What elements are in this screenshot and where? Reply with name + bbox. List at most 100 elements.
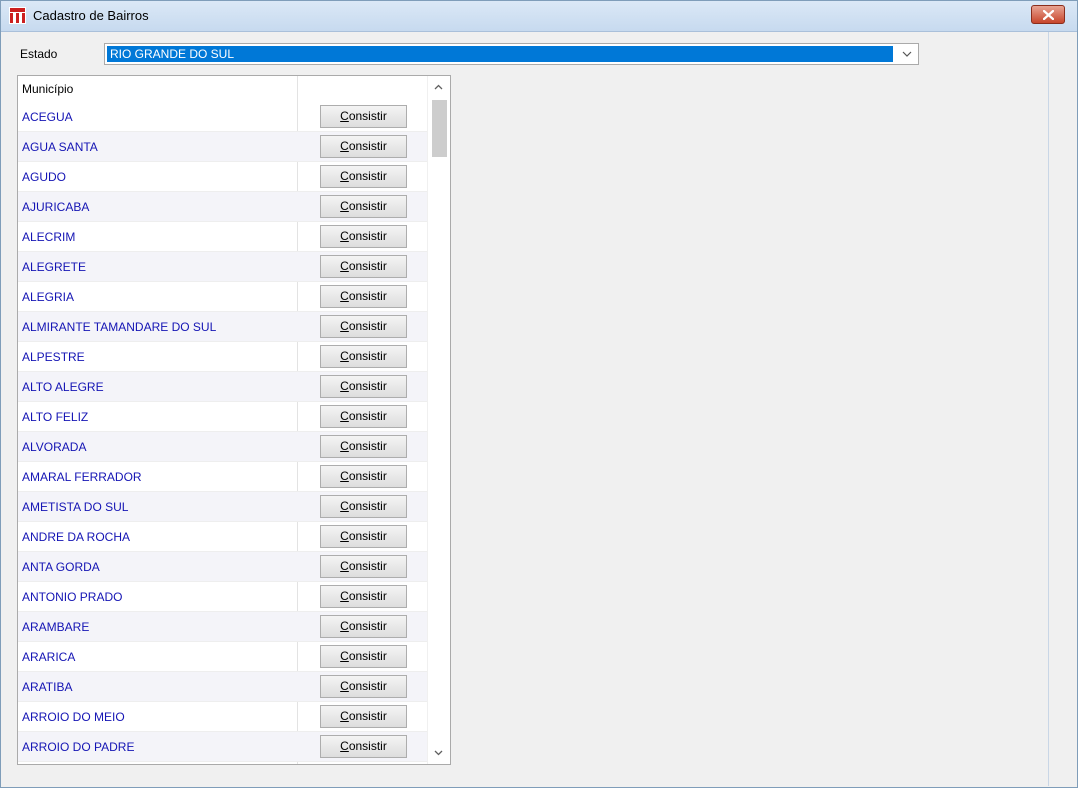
- table-row[interactable]: ARARICA Consistir: [18, 642, 428, 672]
- window-title: Cadastro de Bairros: [33, 8, 149, 23]
- table-row[interactable]: ARATIBA Consistir: [18, 672, 428, 702]
- consistir-button[interactable]: Consistir: [320, 405, 407, 428]
- consistir-accelerator: C: [340, 229, 349, 243]
- grid-rows: ACEGUA Consistir AGUA SANTA Consistir AGUDO C…: [18, 102, 428, 762]
- consistir-accelerator: C: [340, 349, 349, 363]
- municipio-name: ANTONIO PRADO: [22, 590, 123, 604]
- municipio-name: AGUDO: [22, 170, 67, 184]
- consistir-label: onsistir: [348, 319, 387, 333]
- consistir-button[interactable]: Consistir: [320, 255, 407, 278]
- table-row[interactable]: ALEGRETE Consistir: [18, 252, 428, 282]
- form-client-area: Estado RIO GRANDE DO SUL Município ACEGU…: [2, 32, 1049, 786]
- table-row[interactable]: ALEGRIA Consistir: [18, 282, 428, 312]
- chevron-down-icon[interactable]: [902, 51, 912, 57]
- consistir-button[interactable]: Consistir: [320, 495, 407, 518]
- consistir-label: onsistir: [348, 379, 387, 393]
- consistir-button[interactable]: Consistir: [320, 225, 407, 248]
- municipio-name: ACEGUA: [22, 110, 73, 124]
- consistir-accelerator: C: [340, 739, 349, 753]
- consistir-accelerator: C: [340, 289, 349, 303]
- table-row[interactable]: ALECRIM Consistir: [18, 222, 428, 252]
- consistir-button[interactable]: Consistir: [320, 735, 407, 758]
- consistir-label: onsistir: [348, 169, 387, 183]
- consistir-label: onsistir: [348, 739, 387, 753]
- consistir-label: onsistir: [348, 649, 387, 663]
- table-row[interactable]: ALTO ALEGRE Consistir: [18, 372, 428, 402]
- table-row[interactable]: ANDRE DA ROCHA Consistir: [18, 522, 428, 552]
- consistir-accelerator: C: [340, 559, 349, 573]
- consistir-button[interactable]: Consistir: [320, 465, 407, 488]
- consistir-button[interactable]: Consistir: [320, 435, 407, 458]
- table-row[interactable]: AGUDO Consistir: [18, 162, 428, 192]
- consistir-accelerator: C: [340, 379, 349, 393]
- municipio-name: AMETISTA DO SUL: [22, 500, 129, 514]
- close-button[interactable]: [1031, 5, 1065, 24]
- main-window: Cadastro de Bairros Estado RIO GRANDE DO…: [0, 0, 1078, 788]
- consistir-label: onsistir: [348, 529, 387, 543]
- scroll-up-icon[interactable]: [434, 84, 443, 90]
- table-row[interactable]: ARAMBARE Consistir: [18, 612, 428, 642]
- consistir-button[interactable]: Consistir: [320, 285, 407, 308]
- table-row[interactable]: ANTONIO PRADO Consistir: [18, 582, 428, 612]
- consistir-button[interactable]: Consistir: [320, 705, 407, 728]
- table-row[interactable]: ALTO FELIZ Consistir: [18, 402, 428, 432]
- consistir-accelerator: C: [340, 319, 349, 333]
- consistir-button[interactable]: Consistir: [320, 345, 407, 368]
- consistir-button[interactable]: Consistir: [320, 315, 407, 338]
- table-row[interactable]: AMETISTA DO SUL Consistir: [18, 492, 428, 522]
- consistir-label: onsistir: [348, 679, 387, 693]
- table-row[interactable]: AJURICABA Consistir: [18, 192, 428, 222]
- table-row[interactable]: ARROIO DO PADRE Consistir: [18, 732, 428, 762]
- municipio-name: ANTA GORDA: [22, 560, 100, 574]
- scroll-down-icon[interactable]: [434, 750, 443, 756]
- table-row[interactable]: ALPESTRE Consistir: [18, 342, 428, 372]
- table-row[interactable]: AMARAL FERRADOR Consistir: [18, 462, 428, 492]
- consistir-button[interactable]: Consistir: [320, 585, 407, 608]
- scroll-thumb[interactable]: [432, 100, 447, 157]
- municipio-name: ALTO FELIZ: [22, 410, 89, 424]
- consistir-button[interactable]: Consistir: [320, 645, 407, 668]
- table-row[interactable]: ALMIRANTE TAMANDARE DO SUL Consistir: [18, 312, 428, 342]
- municipio-name: ALEGRIA: [22, 290, 75, 304]
- municipio-name: ARARICA: [22, 650, 76, 664]
- consistir-accelerator: C: [340, 649, 349, 663]
- consistir-button[interactable]: Consistir: [320, 675, 407, 698]
- consistir-label: onsistir: [348, 439, 387, 453]
- table-row[interactable]: AGUA SANTA Consistir: [18, 132, 428, 162]
- estado-combobox[interactable]: RIO GRANDE DO SUL: [104, 43, 919, 65]
- table-row[interactable]: ARROIO DO MEIO Consistir: [18, 702, 428, 732]
- consistir-button[interactable]: Consistir: [320, 165, 407, 188]
- consistir-button[interactable]: Consistir: [320, 555, 407, 578]
- municipio-name: ARATIBA: [22, 680, 73, 694]
- consistir-accelerator: C: [340, 499, 349, 513]
- consistir-label: onsistir: [348, 619, 387, 633]
- consistir-label: onsistir: [348, 469, 387, 483]
- grid-header: Município: [18, 76, 428, 102]
- consistir-accelerator: C: [340, 169, 349, 183]
- municipio-name: AJURICABA: [22, 200, 90, 214]
- column-header-municipio: Município: [22, 82, 74, 96]
- consistir-label: onsistir: [348, 139, 387, 153]
- vertical-scrollbar[interactable]: [427, 76, 450, 764]
- consistir-accelerator: C: [340, 709, 349, 723]
- consistir-accelerator: C: [340, 259, 349, 273]
- municipio-name: AMARAL FERRADOR: [22, 470, 142, 484]
- table-row[interactable]: ANTA GORDA Consistir: [18, 552, 428, 582]
- consistir-accelerator: C: [340, 679, 349, 693]
- app-logo-icon: [9, 7, 26, 24]
- municipio-name: ALMIRANTE TAMANDARE DO SUL: [22, 320, 217, 334]
- consistir-button[interactable]: Consistir: [320, 615, 407, 638]
- table-row[interactable]: ALVORADA Consistir: [18, 432, 428, 462]
- municipio-name: ANDRE DA ROCHA: [22, 530, 131, 544]
- consistir-button[interactable]: Consistir: [320, 375, 407, 398]
- consistir-accelerator: C: [340, 409, 349, 423]
- consistir-button[interactable]: Consistir: [320, 135, 407, 158]
- consistir-button[interactable]: Consistir: [320, 105, 407, 128]
- table-row[interactable]: ACEGUA Consistir: [18, 102, 428, 132]
- municipio-name: ARROIO DO PADRE: [22, 740, 135, 754]
- consistir-button[interactable]: Consistir: [320, 525, 407, 548]
- consistir-accelerator: C: [340, 589, 349, 603]
- title-bar[interactable]: Cadastro de Bairros: [1, 1, 1077, 32]
- consistir-button[interactable]: Consistir: [320, 195, 407, 218]
- consistir-accelerator: C: [340, 529, 349, 543]
